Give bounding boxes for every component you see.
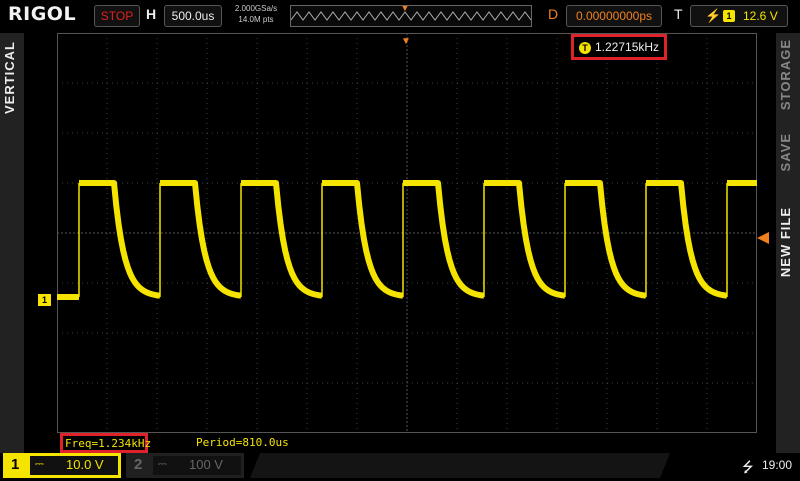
trigger-source-badge: 1 — [723, 10, 735, 22]
channel1-tab[interactable]: 1 ⎓ 10.0 V — [3, 453, 121, 478]
frequency-counter-value: 1.22715kHz — [595, 40, 660, 54]
channel1-scale: 10.0 V — [66, 457, 104, 472]
status-strip — [250, 453, 670, 478]
brand-logo: RIGOL — [8, 3, 77, 25]
channel2-number: 2 — [134, 456, 143, 473]
rising-edge-icon: ⚡ — [705, 8, 722, 23]
period-measurement[interactable]: Period=810.0us — [196, 436, 289, 449]
new-file-tab[interactable]: NEW FILE — [778, 207, 793, 277]
dc-coupling-icon: ⎓ — [35, 458, 44, 470]
vertical-tab-label: VERTICAL — [2, 41, 17, 114]
channel1-offset-marker[interactable]: 1 — [38, 294, 51, 306]
trigger-level-marker-icon[interactable] — [757, 232, 769, 244]
trigger-level-readout: 12.6 V — [743, 9, 778, 23]
horizontal-label: H — [146, 6, 157, 22]
memory-waveform-preview — [290, 11, 532, 21]
vertical-side-tab[interactable]: VERTICAL — [0, 33, 24, 453]
storage-tab[interactable]: STORAGE — [778, 39, 793, 110]
run-stop-status[interactable]: STOP — [94, 5, 140, 27]
system-clock: 19:00 — [762, 458, 793, 472]
trigger-position-icon: ▼ — [401, 36, 411, 47]
channel2-scale: 100 V — [189, 457, 223, 472]
acquisition-info: 2.000GSa/s 14.0M pts — [226, 3, 286, 25]
timebase-readout[interactable]: 500.0us — [164, 5, 222, 27]
memory-trigger-marker-icon: ▼ — [400, 3, 410, 13]
trigger-settings[interactable]: ⚡ 1 12.6 V — [690, 5, 788, 27]
memory-depth: 14.0M pts — [238, 15, 274, 24]
save-tab[interactable]: SAVE — [778, 133, 793, 171]
freq-measurement[interactable]: Freq=1.234kHz — [60, 433, 151, 453]
delay-label: D — [548, 6, 559, 22]
memory-overview-bar[interactable] — [290, 5, 532, 27]
right-menu-tabs: STORAGE SAVE NEW FILE — [776, 33, 800, 453]
dc-coupling-icon: ⎓ — [158, 458, 167, 470]
bottom-channel-bar: 1 ⎓ 10.0 V 2 ⎓ 100 V ⭍ 19:00 — [0, 453, 800, 478]
top-status-bar: RIGOL STOP H 500.0us 2.000GSa/s 14.0M pt… — [0, 0, 800, 33]
channel2-settings: ⎓ 100 V — [153, 456, 241, 475]
sample-rate: 2.000GSa/s — [234, 4, 278, 13]
channel1-settings: ⎓ 10.0 V — [30, 456, 118, 475]
trigger-label: T — [674, 6, 683, 22]
usb-icon: ⭍ — [742, 459, 754, 475]
channel2-tab[interactable]: 2 ⎓ 100 V — [126, 453, 244, 478]
counter-trigger-icon: T — [579, 42, 591, 54]
graticule — [57, 33, 757, 433]
trigger-delay-readout[interactable]: 0.00000000ps — [566, 5, 662, 27]
waveform-display[interactable] — [57, 33, 757, 433]
frequency-counter[interactable]: T 1.22715kHz — [571, 34, 667, 60]
channel1-number: 1 — [11, 456, 20, 473]
